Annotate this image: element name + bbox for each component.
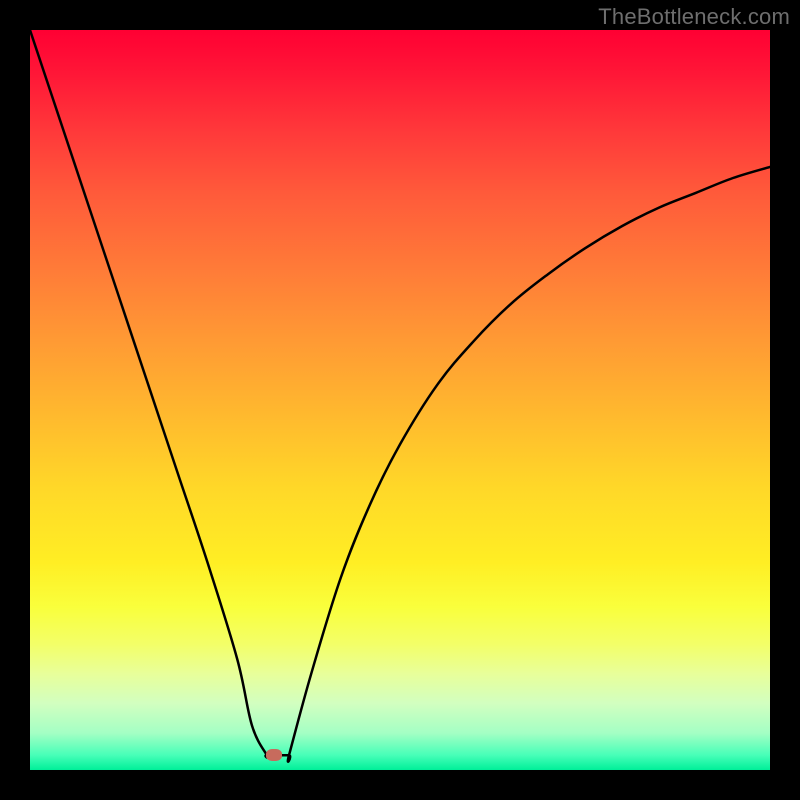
chart-frame: TheBottleneck.com: [0, 0, 800, 800]
plot-area: [30, 30, 770, 770]
bottleneck-curve: [30, 30, 770, 770]
watermark-text: TheBottleneck.com: [598, 4, 790, 30]
optimal-point-marker: [266, 749, 282, 761]
